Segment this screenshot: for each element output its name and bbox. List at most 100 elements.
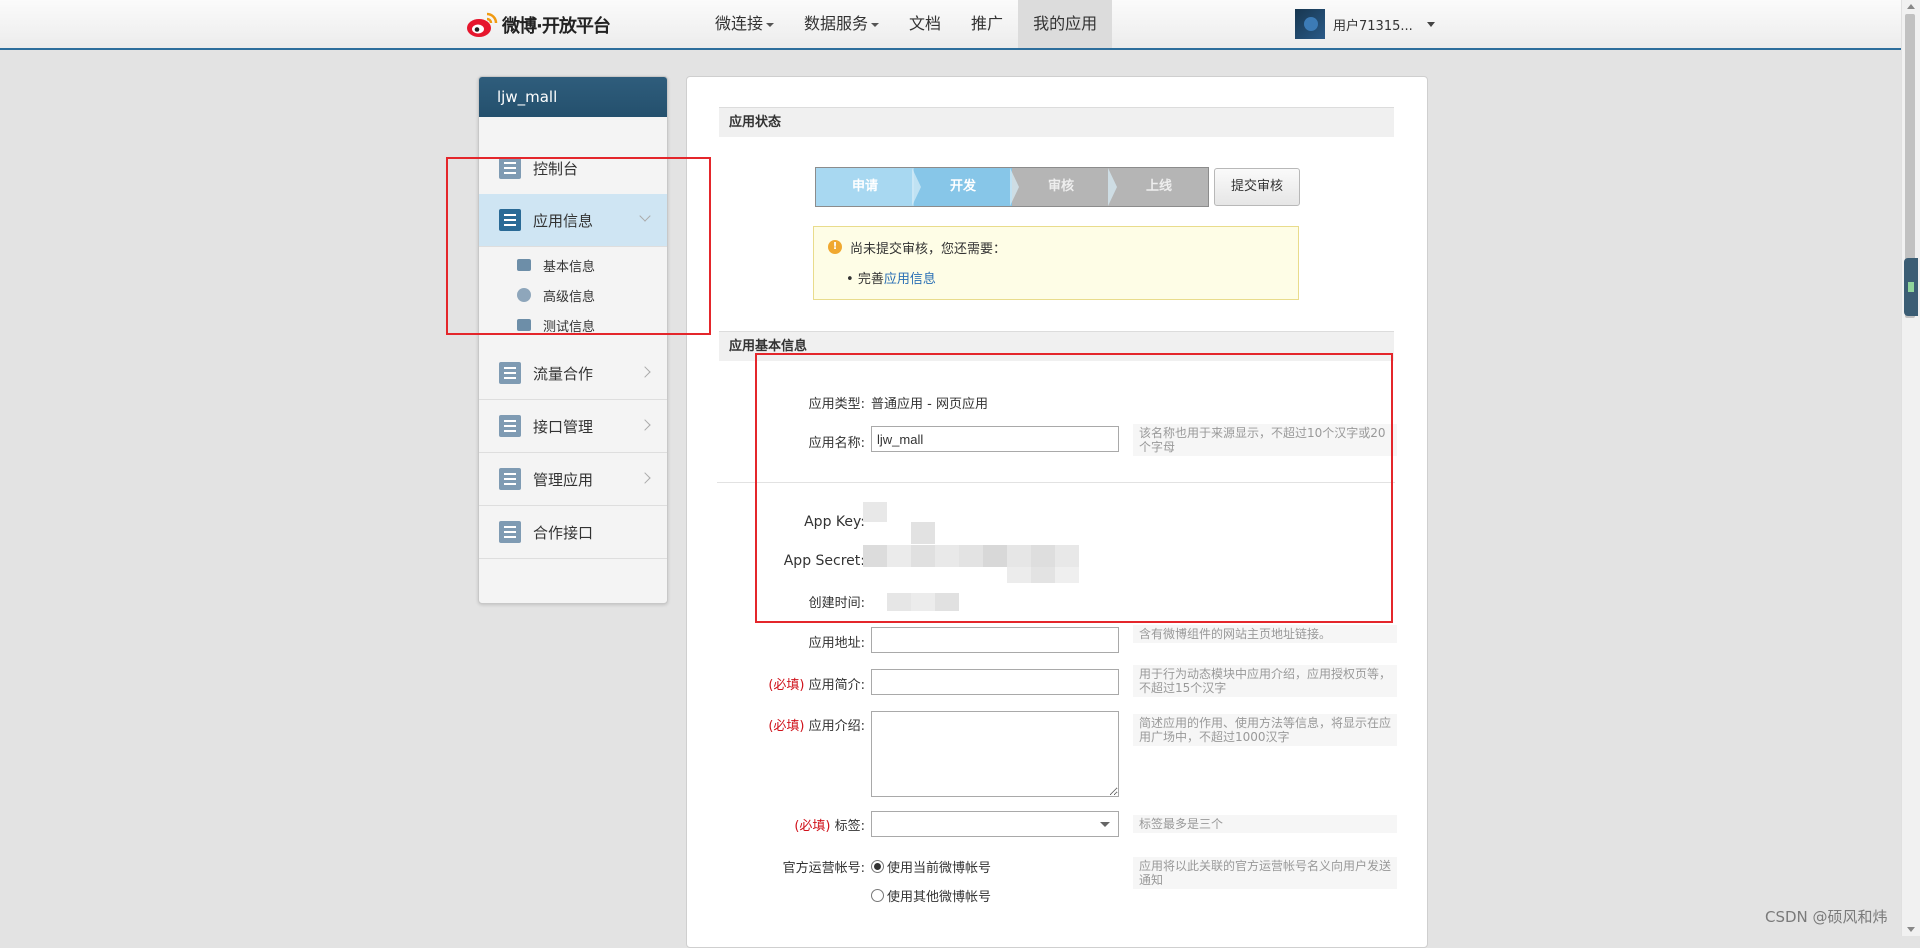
test-card-icon xyxy=(517,319,531,331)
sidebar-item-label: 合作接口 xyxy=(533,523,594,542)
nav-weilianjie[interactable]: 微连接 xyxy=(700,0,789,48)
status-steps: 申请 开发 审核 上线 xyxy=(815,167,1209,207)
step-review: 审核 xyxy=(1010,168,1110,206)
sidebar-subitem-label: 测试信息 xyxy=(543,319,596,335)
nav-label: 微连接 xyxy=(715,14,764,33)
app-intro-label: (必填) 应用介绍: xyxy=(687,715,865,734)
app-type-value: 普通应用 - 网页应用 xyxy=(871,397,988,412)
sidebar-item-label: 管理应用 xyxy=(533,470,594,489)
notice-todo: • 完善应用信息 xyxy=(846,268,936,287)
watermark: CSDN @硕风和炜 xyxy=(1765,908,1888,926)
step-apply: 申请 xyxy=(816,168,914,206)
sidebar-item-api-manage[interactable]: 接口管理 xyxy=(479,400,667,453)
notice-prefix: 完善 xyxy=(857,272,884,287)
app-name-hint: 该名称也用于来源显示，不超过10个汉字或20个字母 xyxy=(1133,424,1397,456)
section-title-status: 应用状态 xyxy=(719,107,1394,137)
app-brief-input[interactable] xyxy=(871,669,1119,695)
step-develop: 开发 xyxy=(912,168,1012,206)
avatar xyxy=(1295,9,1325,39)
id-card-icon xyxy=(517,259,531,271)
required-mark: (必填) xyxy=(768,719,805,734)
bullet: • xyxy=(846,272,858,287)
official-account-option-other[interactable]: 使用其他微博帐号 xyxy=(871,886,991,905)
chevron-right-icon xyxy=(639,366,651,378)
app-secret-label: App Secret: xyxy=(783,553,865,569)
app-url-input[interactable] xyxy=(871,627,1119,653)
logo-text: 微博·开放平台 xyxy=(502,16,611,37)
nav-label: 文档 xyxy=(909,14,942,33)
nav-docs[interactable]: 文档 xyxy=(894,0,956,48)
nav-promotion[interactable]: 推广 xyxy=(956,0,1018,48)
app-url-hint: 含有微博组件的网站主页地址链接。 xyxy=(1133,625,1397,643)
chart-icon xyxy=(499,362,521,384)
app-brief-label: (必填) 应用简介: xyxy=(687,674,865,693)
official-account-hint: 应用将以此关联的官方运营帐号名义向用户发送通知 xyxy=(1133,857,1397,889)
nav-label: 数据服务 xyxy=(804,14,869,33)
sidebar-item-coop-api[interactable]: 合作接口 xyxy=(479,506,667,559)
sidebar-app-name: ljw_mall xyxy=(479,77,667,117)
tags-hint: 标签最多是三个 xyxy=(1133,815,1397,833)
app-intro-textarea[interactable] xyxy=(871,711,1119,797)
side-float-tab[interactable] xyxy=(1904,258,1918,316)
info-circle-icon xyxy=(517,288,531,302)
sidebar-subitem-label: 高级信息 xyxy=(543,289,596,305)
nav-label: 我的应用 xyxy=(1033,14,1098,33)
submit-review-button[interactable]: 提交审核 xyxy=(1214,168,1300,206)
step-online: 上线 xyxy=(1108,168,1208,206)
layers-icon xyxy=(499,468,521,490)
sidebar-item-label: 控制台 xyxy=(533,159,579,178)
section-title-basic: 应用基本信息 xyxy=(719,331,1394,361)
app-brief-text: 应用简介: xyxy=(808,678,865,693)
sidebar-subitem-basic-info[interactable]: 基本信息 xyxy=(479,250,667,280)
main-nav: 微连接 数据服务 文档 推广 我的应用 xyxy=(700,0,1113,48)
tags-select[interactable] xyxy=(871,811,1119,837)
user-menu[interactable]: 用户71315... xyxy=(1295,9,1435,39)
page-scrollbar[interactable] xyxy=(1901,0,1920,936)
sidebar-subitem-advanced-info[interactable]: 高级信息 xyxy=(479,280,667,310)
sidebar-item-app-info[interactable]: 应用信息 xyxy=(479,194,667,247)
app-type-label: 应用类型: xyxy=(808,397,865,412)
scroll-down-icon[interactable] xyxy=(1907,927,1915,932)
app-key-label: App Key: xyxy=(804,514,865,530)
sidebar-item-label: 应用信息 xyxy=(533,211,594,230)
notice-title: 尚未提交审核，您还需要： xyxy=(850,242,1007,257)
scroll-up-icon[interactable] xyxy=(1907,4,1915,9)
weibo-logo[interactable]: 微博·开放平台 xyxy=(466,10,611,40)
sidebar-item-traffic[interactable]: 流量合作 xyxy=(479,347,667,400)
divider xyxy=(717,482,1395,483)
caret-down-icon xyxy=(871,22,880,27)
sidebar-subitem-label: 基本信息 xyxy=(543,259,596,275)
app-brief-hint: 用于行为动态模块中应用介绍，应用授权页等，不超过15个汉字 xyxy=(1133,665,1397,697)
dashboard-icon xyxy=(499,157,521,179)
chevron-down-icon xyxy=(639,210,651,222)
tags-label: (必填) 标签: xyxy=(687,815,865,834)
radio-selected[interactable] xyxy=(871,860,884,873)
notice-box: ! 尚未提交审核，您还需要： • 完善应用信息 xyxy=(813,226,1299,300)
sidebar-item-label: 接口管理 xyxy=(533,417,594,436)
required-mark: (必填) xyxy=(768,678,805,693)
tags-text: 标签: xyxy=(834,819,865,834)
app-url-label: 应用地址: xyxy=(808,636,865,651)
official-account-label: 官方运营帐号: xyxy=(782,861,865,876)
sidebar-item-console[interactable]: 控制台 xyxy=(479,142,667,195)
official-account-option-current[interactable]: 使用当前微博帐号 xyxy=(871,857,991,876)
plug-icon xyxy=(499,415,521,437)
app-intro-text: 应用介绍: xyxy=(808,719,865,734)
sidebar-item-manage-app[interactable]: 管理应用 xyxy=(479,453,667,506)
nav-my-apps[interactable]: 我的应用 xyxy=(1018,0,1113,48)
nav-data-service[interactable]: 数据服务 xyxy=(789,0,894,48)
required-mark: (必填) xyxy=(794,819,831,834)
main-panel: 应用状态 申请 开发 审核 上线 提交审核 ! 尚未提交审核，您还需要： • 完… xyxy=(686,76,1428,948)
sidebar: ljw_mall 控制台 应用信息 基本信息 高级信息 测试信息 流量合作 接口… xyxy=(478,76,668,604)
radio-unselected[interactable] xyxy=(871,889,884,902)
radio-label: 使用当前微博帐号 xyxy=(887,861,992,876)
radio-label: 使用其他微博帐号 xyxy=(887,890,992,905)
warning-icon: ! xyxy=(828,240,842,254)
chevron-right-icon xyxy=(639,419,651,431)
app-info-link[interactable]: 应用信息 xyxy=(884,272,936,287)
sidebar-subitem-test-info[interactable]: 测试信息 xyxy=(479,310,667,340)
dropdown-arrow-icon xyxy=(1100,822,1110,827)
caret-down-icon xyxy=(766,22,775,27)
app-intro-hint: 简述应用的作用、使用方法等信息，将显示在应用广场中，不超过1000汉字 xyxy=(1133,714,1397,746)
app-name-input[interactable] xyxy=(871,426,1119,452)
